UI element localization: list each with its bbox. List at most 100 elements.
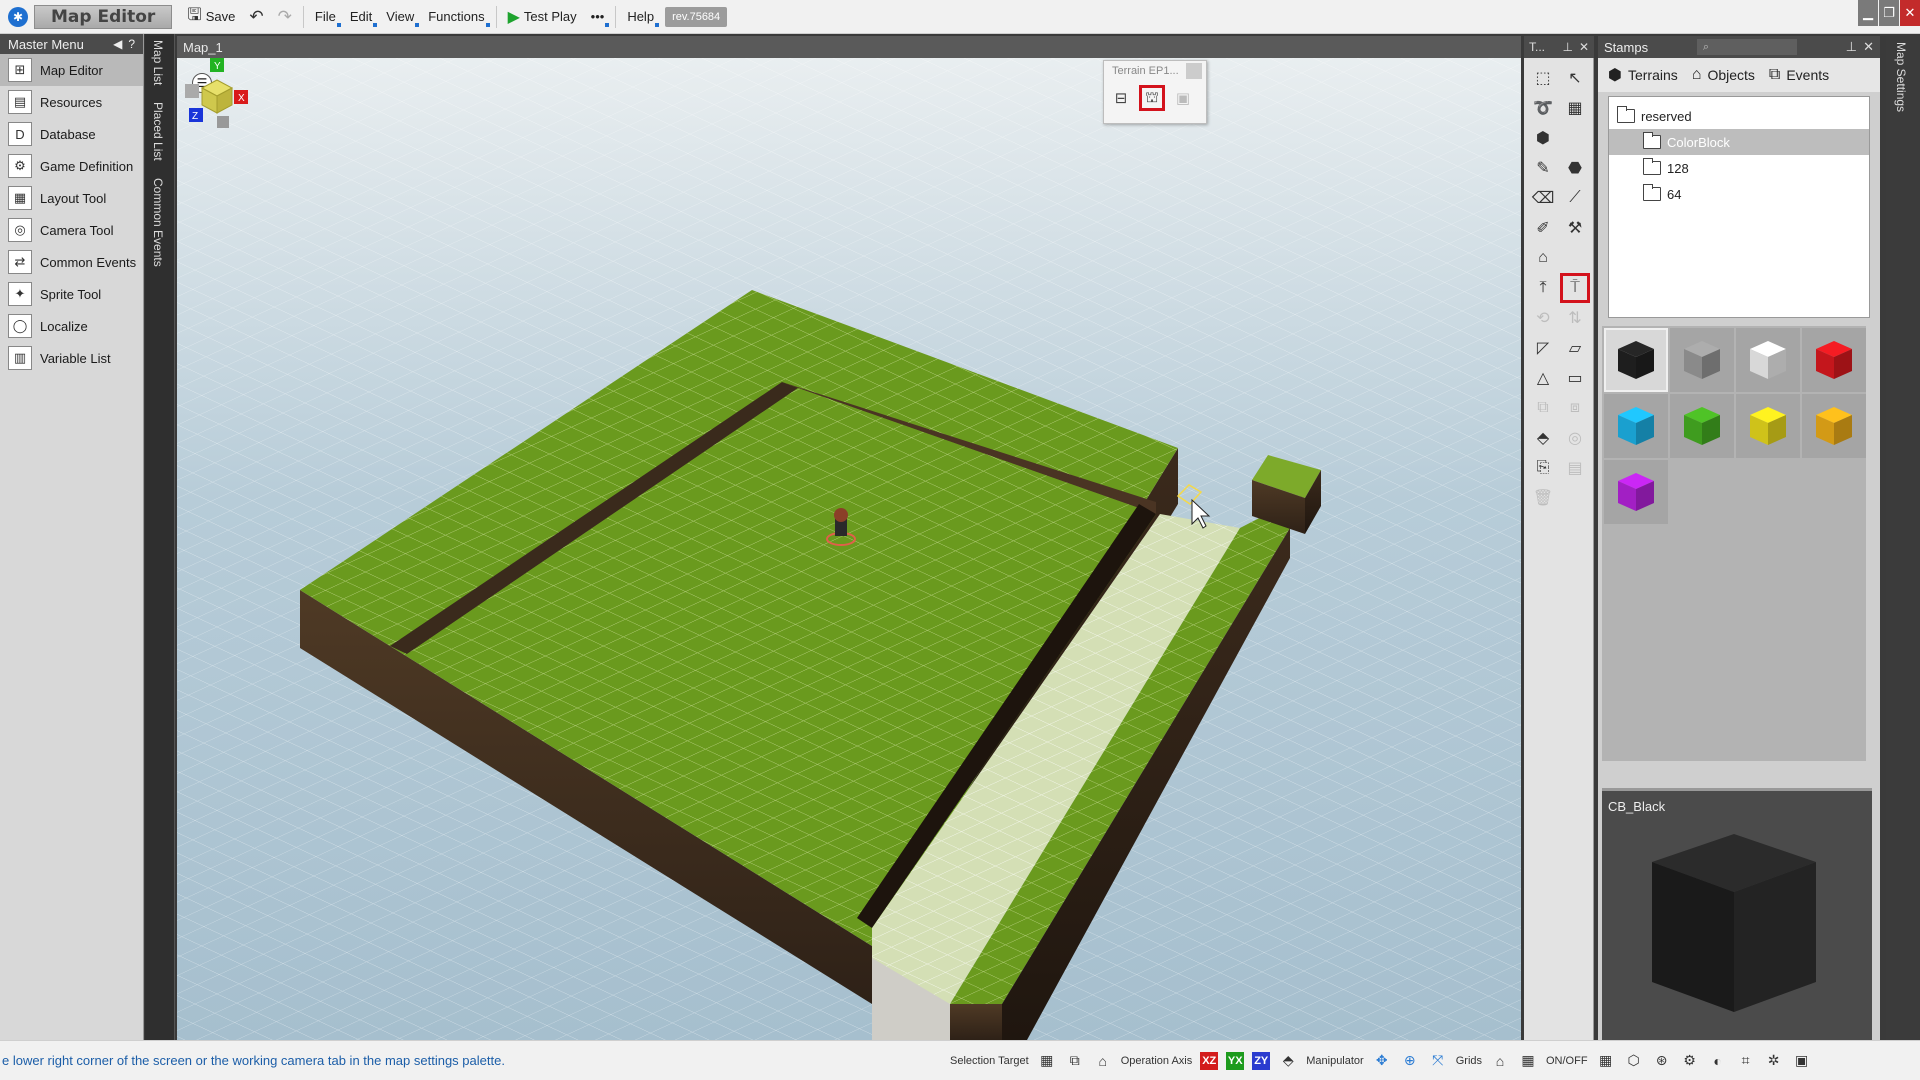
terrain-brush-icon[interactable]: ⬢	[1528, 123, 1558, 153]
master-menu-item-sprite-tool[interactable]: ✦ Sprite Tool	[0, 278, 143, 310]
menu-functions[interactable]: Functions	[421, 4, 491, 30]
minimize-icon[interactable]: ▁	[1858, 0, 1878, 26]
maximize-icon[interactable]: ❐	[1879, 0, 1899, 26]
fill-icon[interactable]: ⬣	[1560, 153, 1590, 183]
paint-icon[interactable]: ✐	[1528, 213, 1558, 243]
master-menu-item-variable-list[interactable]: ▥ Variable List	[0, 342, 143, 374]
selection-building-icon[interactable]: ⌂	[1093, 1051, 1113, 1071]
grid-height-icon[interactable]: ⌂	[1490, 1051, 1510, 1071]
tree-item-colorblock[interactable]: ColorBlock	[1609, 129, 1869, 155]
move-icon[interactable]: ✥	[1372, 1051, 1392, 1071]
close-icon[interactable]: ✕	[1579, 40, 1589, 54]
view-icon-2[interactable]: ⬡	[1624, 1051, 1644, 1071]
master-menu-item-map-editor[interactable]: ⊞ Map Editor	[0, 54, 143, 86]
master-menu-item-database[interactable]: D Database	[0, 118, 143, 150]
tree-item-64[interactable]: 64	[1609, 181, 1869, 207]
view-icon-5[interactable]: ◐	[1708, 1051, 1728, 1071]
pin-icon[interactable]: ⊥	[1846, 39, 1857, 55]
duplicate-icon[interactable]: ⎘	[1528, 453, 1558, 483]
test-play-button[interactable]: ▶ Test Play	[501, 4, 584, 30]
menu-edit[interactable]: Edit	[343, 4, 379, 30]
lasso-icon[interactable]: ➰	[1528, 93, 1558, 123]
scale-icon[interactable]: ⤧	[1428, 1051, 1448, 1071]
collapse-icon[interactable]: ◀	[113, 37, 122, 51]
view-icon-1[interactable]: ▦	[1596, 1051, 1616, 1071]
tree-item-128[interactable]: 128	[1609, 155, 1869, 181]
menu-help[interactable]: Help	[620, 4, 661, 30]
master-menu-item-camera-tool[interactable]: ◎ Camera Tool	[0, 214, 143, 246]
swatch-green[interactable]	[1670, 394, 1734, 458]
master-menu-item-layout-tool[interactable]: ▦ Layout Tool	[0, 182, 143, 214]
tab-events[interactable]: ⧉ Events	[1769, 66, 1829, 84]
yellow-cube-icon	[1750, 407, 1786, 445]
swatch-gray[interactable]	[1670, 328, 1734, 392]
manipulator-icon[interactable]: ⬘	[1278, 1051, 1298, 1071]
pencil-icon[interactable]: ✎	[1528, 153, 1558, 183]
map-tab[interactable]: Map_1	[177, 36, 1521, 58]
swatch-red[interactable]	[1802, 328, 1866, 392]
close-icon[interactable]: ✕	[1900, 0, 1920, 26]
triangle-icon[interactable]: △	[1528, 363, 1558, 393]
view-icon-4[interactable]: ⚙	[1680, 1051, 1700, 1071]
swatch-orange[interactable]	[1802, 394, 1866, 458]
more-options-button[interactable]: •••	[584, 4, 612, 30]
master-menu-item-localize[interactable]: ◯ Localize	[0, 310, 143, 342]
eraser-icon[interactable]: ⌫	[1528, 183, 1558, 213]
menu-file[interactable]: File	[308, 4, 343, 30]
swatch-white[interactable]	[1736, 328, 1800, 392]
block-icon[interactable]: ▭	[1560, 363, 1590, 393]
pointer-icon[interactable]: ↖	[1560, 63, 1590, 93]
pin-icon[interactable]: ⊥	[1562, 40, 1572, 54]
tab-common-events[interactable]: Common Events	[151, 178, 165, 267]
terrain-popup-close-icon[interactable]	[1186, 63, 1202, 79]
undo-button[interactable]: ↶	[242, 4, 270, 30]
view-icon-8[interactable]: ▣	[1792, 1051, 1812, 1071]
view-icon-3[interactable]: ⊛	[1652, 1051, 1672, 1071]
axis-xz-button[interactable]: XZ	[1200, 1051, 1219, 1070]
map-viewport[interactable]: ☰ Y X Z Terrain EP1... ⊟ ⛫ ▣	[177, 58, 1521, 1040]
swatch-purple[interactable]	[1604, 460, 1668, 524]
stamp-tool-icon[interactable]: ⍑	[1560, 273, 1590, 303]
rotate-gizmo-icon[interactable]: ⊕	[1400, 1051, 1420, 1071]
view-icon-7[interactable]: ✲	[1764, 1051, 1784, 1071]
map-settings-tab[interactable]: Map Settings	[1886, 36, 1920, 1040]
swatch-yellow[interactable]	[1736, 394, 1800, 458]
save-button[interactable]: 🖫 Save	[180, 4, 242, 30]
select-rect-icon[interactable]: ⬚	[1528, 63, 1558, 93]
help-icon[interactable]: ?	[128, 37, 135, 51]
grid-select-icon[interactable]: ▦	[1560, 93, 1590, 123]
axis-gizmo[interactable]: Y X Z	[177, 58, 257, 138]
redo-button[interactable]: ↷	[271, 4, 299, 30]
master-menu-item-resources[interactable]: ▤ Resources	[0, 86, 143, 118]
axis-yx-button[interactable]: YX	[1226, 1051, 1245, 1070]
selection-object-icon[interactable]: ⧉	[1065, 1051, 1085, 1071]
menu-view[interactable]: View	[379, 4, 421, 30]
layer-icon[interactable]: ▱	[1560, 333, 1590, 363]
tree-item-reserved[interactable]: reserved	[1609, 103, 1869, 129]
house-icon[interactable]: ⌂	[1528, 243, 1558, 273]
smooth-icon[interactable]: ⚒	[1560, 213, 1590, 243]
selection-grid-icon[interactable]: ▦	[1037, 1051, 1057, 1071]
stamps-search-input[interactable]: ⌕	[1696, 39, 1797, 55]
tab-map-list[interactable]: Map List	[151, 40, 165, 85]
master-menu-item-common-events[interactable]: ⇄ Common Events	[0, 246, 143, 278]
raise-icon[interactable]: ⤒	[1528, 273, 1558, 303]
view-icon-6[interactable]: ⌗	[1736, 1051, 1756, 1071]
terrain-stack-icon[interactable]: ⊟	[1108, 85, 1134, 111]
slope-icon[interactable]: ◸	[1528, 333, 1558, 363]
tab-placed-list[interactable]: Placed List	[151, 102, 165, 161]
master-menu-label: Camera Tool	[40, 222, 114, 238]
close-icon[interactable]: ✕	[1863, 39, 1874, 55]
tab-objects[interactable]: ⌂ Objects	[1692, 66, 1755, 84]
operation-axis-label: Operation Axis	[1120, 1054, 1193, 1067]
object-icon[interactable]: ⬘	[1528, 423, 1558, 453]
master-menu-item-game-definition[interactable]: ⚙ Game Definition	[0, 150, 143, 182]
swatch-black[interactable]	[1604, 328, 1668, 392]
tab-terrains[interactable]: ⬢ Terrains	[1608, 65, 1678, 85]
grid-toggle-icon[interactable]: ▦	[1518, 1051, 1538, 1071]
axis-zy-button[interactable]: ZY	[1252, 1051, 1271, 1070]
terrain-extract-icon[interactable]: ⛫	[1139, 85, 1165, 111]
eyedropper-icon[interactable]: ⟋	[1560, 183, 1590, 213]
swatch-cyan[interactable]	[1604, 394, 1668, 458]
resources-icon: ▤	[8, 90, 32, 114]
